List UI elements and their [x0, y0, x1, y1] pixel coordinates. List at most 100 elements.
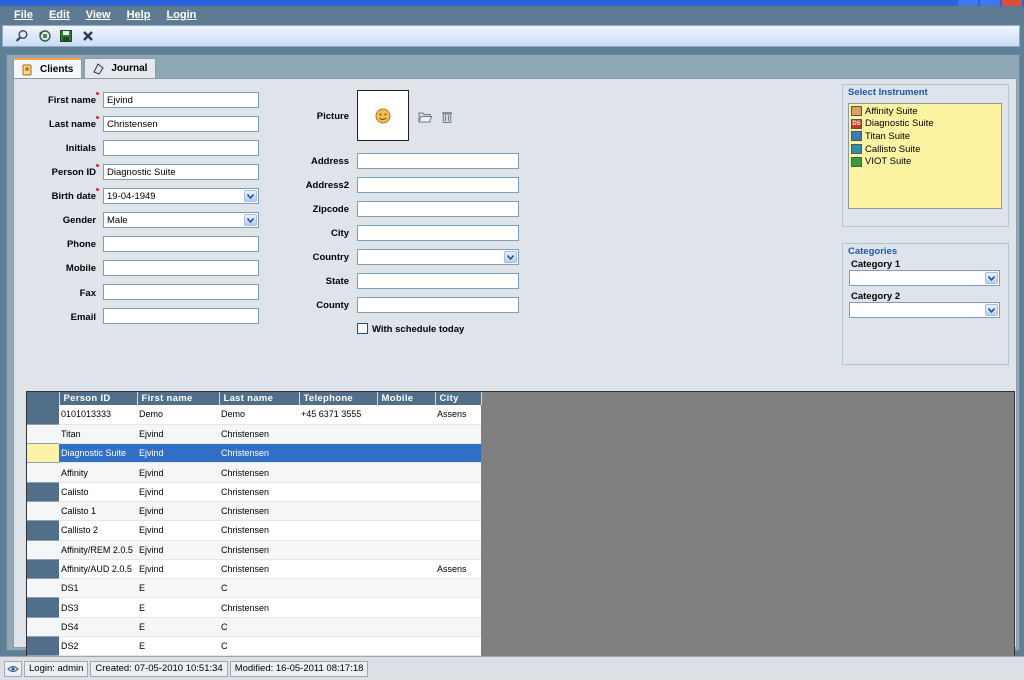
mobile-label: Mobile: [65, 263, 96, 274]
row-selector[interactable]: [27, 559, 59, 580]
clients-tab-icon: [20, 63, 34, 77]
menu-help[interactable]: Help: [127, 9, 151, 21]
instrument-item-viot[interactable]: VIOT Suite: [851, 155, 999, 168]
categories-title: Categories: [848, 246, 898, 257]
fax-field[interactable]: [103, 284, 259, 300]
first-name-field[interactable]: Ejvind: [103, 92, 259, 108]
phone-field[interactable]: [103, 236, 259, 252]
select-instrument-group: Select Instrument Affinity Suite DS Diag…: [842, 84, 1009, 227]
column-header-mobile[interactable]: Mobile: [377, 392, 436, 405]
chevron-down-icon[interactable]: [244, 214, 257, 226]
address2-field[interactable]: [357, 177, 519, 193]
table-row[interactable]: DS3 E Christensen: [27, 597, 481, 618]
menu-view[interactable]: View: [86, 9, 111, 21]
table-cell: Assens: [435, 559, 481, 580]
last-name-field[interactable]: Christensen: [103, 116, 259, 132]
grid-header-row: Person ID First name Last name Telephone…: [27, 392, 482, 405]
row-selector[interactable]: [27, 443, 59, 464]
instrument-item-titan[interactable]: Titan Suite: [851, 130, 999, 143]
table-row[interactable]: DS1 E C: [27, 578, 481, 599]
table-cell: Demo: [137, 405, 219, 425]
table-row[interactable]: DS2 E C: [27, 636, 481, 657]
save-button[interactable]: [57, 27, 75, 45]
country-select[interactable]: [357, 249, 519, 265]
row-selector[interactable]: [27, 636, 59, 657]
table-cell: [377, 617, 435, 638]
state-field[interactable]: [357, 273, 519, 289]
city-field[interactable]: [357, 225, 519, 241]
table-row[interactable]: Callisto 2 Ejvind Christensen: [27, 520, 481, 541]
row-selector[interactable]: [27, 482, 59, 502]
search-icon: [15, 30, 28, 42]
column-header-last-name[interactable]: Last name: [219, 392, 300, 405]
mobile-field[interactable]: [103, 260, 259, 276]
chevron-down-icon[interactable]: [985, 272, 998, 284]
diagnostic-suite-icon: DS: [851, 118, 862, 129]
instrument-item-affinity[interactable]: Affinity Suite: [851, 105, 999, 118]
row-selector[interactable]: [27, 597, 59, 618]
address-field[interactable]: [357, 153, 519, 169]
table-cell: [435, 424, 481, 445]
select-instrument-title: Select Instrument: [848, 87, 928, 98]
gender-select[interactable]: Male: [103, 212, 259, 228]
category2-select[interactable]: [849, 302, 1000, 318]
person-id-field[interactable]: Diagnostic Suite: [103, 164, 259, 180]
delete-button[interactable]: [79, 27, 97, 45]
table-row[interactable]: Diagnostic Suite Ejvind Christensen: [27, 443, 481, 464]
table-row[interactable]: Affinity/REM 2.0.5 Ejvind Christensen: [27, 540, 481, 560]
column-header-telephone[interactable]: Telephone: [299, 392, 378, 405]
table-cell: C: [219, 578, 299, 599]
birth-date-picker[interactable]: 19-04-1949: [103, 188, 259, 204]
table-row[interactable]: Affinity/AUD 2.0.5 Ejvind Christensen Assen…: [27, 559, 481, 580]
menu-edit[interactable]: Edit: [49, 9, 70, 21]
open-picture-button[interactable]: [416, 107, 434, 125]
toolbar: [2, 25, 1020, 47]
table-cell: [299, 424, 377, 445]
row-selector[interactable]: [27, 501, 59, 522]
table-cell: [299, 636, 377, 657]
schedule-today-label: With schedule today: [372, 324, 465, 335]
table-row[interactable]: Titan Ejvind Christensen: [27, 424, 481, 445]
table-row[interactable]: Calisto 1 Ejvind Christensen: [27, 501, 481, 522]
schedule-today-checkbox[interactable]: [357, 323, 368, 334]
chevron-down-icon[interactable]: [985, 304, 998, 316]
initials-field[interactable]: [103, 140, 259, 156]
email-field[interactable]: [103, 308, 259, 324]
row-selector[interactable]: [27, 617, 59, 638]
county-field[interactable]: [357, 297, 519, 313]
row-selector[interactable]: [27, 520, 59, 541]
table-row[interactable]: Calisto Ejvind Christensen: [27, 482, 481, 502]
category1-select[interactable]: [849, 270, 1000, 286]
table-cell: C: [219, 636, 299, 657]
tab-clients[interactable]: Clients: [13, 58, 83, 79]
row-selector[interactable]: [27, 462, 59, 483]
row-selector[interactable]: [27, 405, 59, 425]
chevron-down-icon[interactable]: [244, 190, 257, 202]
row-selector[interactable]: [27, 578, 59, 599]
menu-file[interactable]: File: [14, 9, 33, 21]
instrument-list[interactable]: Affinity Suite DS Diagnostic Suite Titan…: [848, 103, 1002, 209]
table-cell: [377, 501, 435, 522]
search-button[interactable]: [13, 27, 31, 45]
client-picture[interactable]: [357, 90, 409, 141]
instrument-item-callisto[interactable]: Callisto Suite: [851, 143, 999, 156]
delete-picture-button[interactable]: [438, 107, 456, 125]
table-row[interactable]: Affinity Ejvind Christensen: [27, 462, 481, 483]
chevron-down-icon[interactable]: [504, 251, 517, 263]
column-header-first-name[interactable]: First name: [137, 392, 220, 405]
tab-journal[interactable]: Journal: [84, 58, 157, 78]
table-cell: [435, 617, 481, 638]
table-row[interactable]: DS4 E C: [27, 617, 481, 638]
column-header-city[interactable]: City: [435, 392, 482, 405]
row-selector[interactable]: [27, 424, 59, 445]
table-cell: [299, 540, 377, 560]
new-record-button[interactable]: [35, 27, 53, 45]
zipcode-field[interactable]: [357, 201, 519, 217]
instrument-item-diagnostic[interactable]: DS Diagnostic Suite: [851, 118, 999, 131]
address-label: Address: [310, 156, 349, 167]
instrument-label: Titan Suite: [865, 130, 911, 142]
table-row[interactable]: 0101013333 Demo Demo +45 6371 3555 Assens: [27, 405, 481, 425]
column-header-person-id[interactable]: Person ID: [59, 392, 138, 405]
row-selector[interactable]: [27, 540, 59, 560]
menu-login[interactable]: Login: [166, 9, 196, 21]
